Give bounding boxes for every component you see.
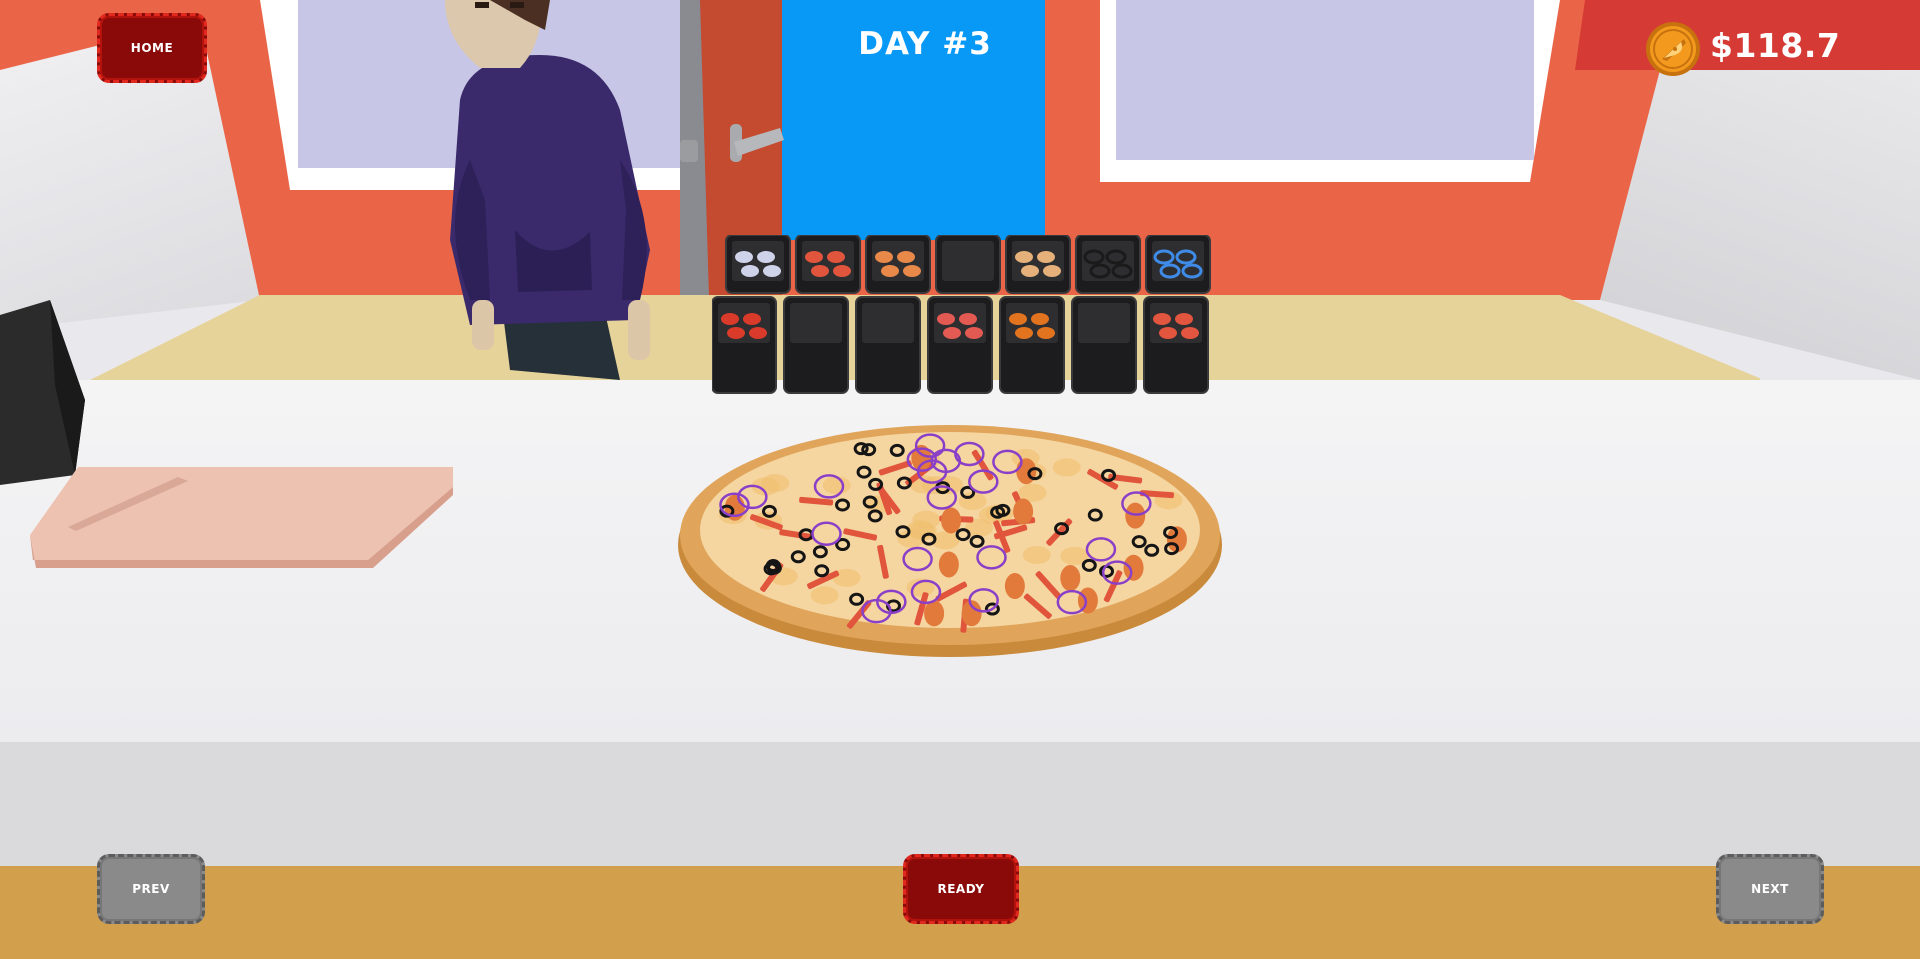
- prev-button-label: PREV: [132, 882, 170, 896]
- door-handle: [680, 124, 784, 162]
- prev-button[interactable]: PREV: [97, 854, 205, 924]
- topping-bin-empty[interactable]: [855, 296, 921, 394]
- oven-appliance: [0, 300, 85, 485]
- topping-bin-empty[interactable]: [783, 296, 849, 394]
- home-button[interactable]: HOME: [97, 13, 207, 83]
- customer-character: [445, 0, 650, 380]
- topping-bin-tomato-slices[interactable]: [1143, 296, 1209, 394]
- topping-bin-empty[interactable]: [1071, 296, 1137, 394]
- topping-bin-peppers[interactable]: [712, 296, 777, 394]
- day-counter: DAY #3: [858, 26, 992, 62]
- topping-bin-empty[interactable]: [935, 235, 1001, 294]
- topping-bin-pepperoni[interactable]: [927, 296, 993, 394]
- kitchen-scene: [0, 0, 1920, 959]
- counter-front: [0, 742, 1920, 867]
- topping-bin-chicken[interactable]: [1005, 235, 1071, 294]
- pizza-coin-icon: [1646, 22, 1700, 76]
- topping-bin-shrimp[interactable]: [865, 235, 931, 294]
- topping-bin-orange-slices[interactable]: [999, 296, 1065, 394]
- cutting-board[interactable]: [28, 465, 453, 570]
- pizza[interactable]: [670, 405, 1230, 665]
- topping-bins[interactable]: [712, 235, 1222, 395]
- topping-bin-black-olives[interactable]: [1075, 235, 1141, 294]
- home-button-label: HOME: [130, 41, 174, 55]
- ready-button-label: READY: [937, 882, 985, 896]
- next-button-label: NEXT: [1751, 882, 1789, 896]
- topping-bin-anchovies[interactable]: [725, 235, 791, 294]
- ready-button[interactable]: READY: [903, 854, 1019, 924]
- topping-bin-onion-rings[interactable]: [1145, 235, 1211, 294]
- right-window: [1100, 0, 1560, 182]
- next-button[interactable]: NEXT: [1716, 854, 1824, 924]
- topping-bin-bacon[interactable]: [795, 235, 861, 294]
- money-amount: $118.7: [1710, 26, 1841, 65]
